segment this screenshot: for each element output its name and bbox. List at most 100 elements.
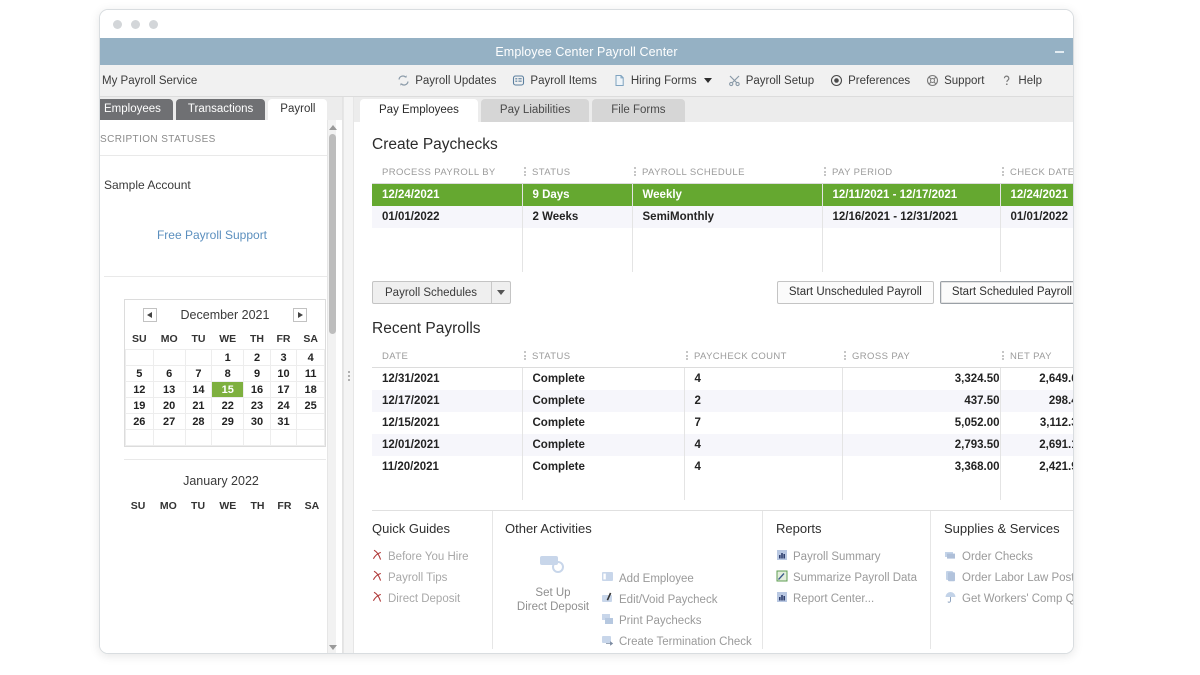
link-add-employee[interactable]: Add Employee	[601, 571, 752, 586]
toolbar-item-payroll-updates[interactable]: Payroll Updates	[397, 74, 496, 87]
scroll-down-icon[interactable]	[328, 642, 337, 652]
calendar-day[interactable]: 1	[211, 349, 245, 366]
link-edit-void-paycheck[interactable]: Edit/Void Paycheck	[601, 592, 752, 607]
table-row[interactable]: 12/17/2021Complete2437.50298.40	[372, 390, 1073, 412]
quick-guide-direct-deposit[interactable]: Direct Deposit	[372, 591, 492, 606]
calendar-day[interactable]: 16	[243, 381, 271, 398]
quick-guide-payroll-tips[interactable]: Payroll Tips	[372, 570, 492, 585]
calendar-day[interactable]: 19	[125, 397, 154, 414]
column-header-date[interactable]: DATE	[372, 347, 522, 368]
calendar-day[interactable]: 25	[296, 397, 325, 414]
link-order-checks[interactable]: Order Checks	[944, 549, 1073, 564]
panel-splitter[interactable]	[343, 97, 354, 653]
calendar-day[interactable]: 9	[243, 365, 271, 382]
payroll-schedules-dropdown[interactable]: Payroll Schedules	[372, 281, 512, 304]
calendar-day[interactable]: 22	[211, 397, 245, 414]
calendar-next-button[interactable]	[293, 308, 308, 322]
calendar-day[interactable]: 12	[125, 381, 154, 398]
calendar-day[interactable]: 26	[125, 413, 154, 430]
column-header-payroll-schedule[interactable]: PAYROLL SCHEDULE	[632, 163, 822, 184]
link-report-center[interactable]: Report Center...	[776, 591, 930, 606]
calendar-day[interactable]: 3	[269, 349, 298, 366]
tab-pay-liabilities[interactable]: Pay Liabilities	[480, 99, 590, 122]
link-summarize-payroll-data[interactable]: Summarize Payroll Data	[776, 570, 930, 585]
calendar-day[interactable]: 28	[184, 413, 213, 430]
link-order-labor-law-posters[interactable]: Order Labor Law Posters	[944, 570, 1073, 585]
toolbar-item-preferences[interactable]: Preferences	[830, 74, 910, 87]
calendar-day[interactable]: 2	[243, 349, 271, 366]
calendar-day[interactable]: 17	[269, 381, 298, 398]
tab-payroll[interactable]: Payroll	[268, 99, 328, 120]
scrollbar-thumb[interactable]	[329, 134, 336, 334]
calendar-day[interactable]: 13	[152, 381, 186, 398]
toolbar-item-support[interactable]: Support	[926, 74, 984, 87]
toolbar-item-my-payroll-service[interactable]: My Payroll Service	[100, 75, 197, 87]
table-row[interactable]: 12/24/2021 9 Days Weekly 12/11/2021 - 12/17…	[372, 183, 1073, 206]
toolbar-item-hiring-forms[interactable]: Hiring Forms	[613, 74, 712, 87]
calendar-day[interactable]: 30	[243, 413, 271, 430]
calendar-day[interactable]: 10	[269, 365, 298, 382]
calendar-prev-button[interactable]	[142, 308, 157, 322]
column-grip-icon[interactable]	[686, 351, 688, 360]
quick-guide-before-you-hire[interactable]: Before You Hire	[372, 549, 492, 564]
column-header-check-date[interactable]: CHECK DATE	[1000, 163, 1073, 184]
calendar-day[interactable]: 11	[296, 365, 325, 382]
column-header-pay-period[interactable]: PAY PERIOD	[822, 163, 1000, 184]
column-grip-icon[interactable]	[844, 351, 846, 360]
table-row[interactable]: 12/15/2021Complete75,052.00 3,112.34	[372, 412, 1073, 434]
calendar-day[interactable]: 20	[152, 397, 186, 414]
link-create-termination-check[interactable]: Create Termination Check	[601, 634, 752, 649]
calendar-day[interactable]: 7	[184, 365, 213, 382]
calendar-day[interactable]: 5	[125, 365, 154, 382]
column-header-process-payroll-by[interactable]: PROCESS PAYROLL BY	[372, 163, 522, 184]
calendar-day[interactable]: 6	[152, 365, 186, 382]
calendar-day[interactable]: 24	[269, 397, 298, 414]
link-print-paychecks[interactable]: Print Paychecks	[601, 613, 752, 628]
column-grip-icon[interactable]	[524, 351, 526, 360]
start-scheduled-payroll-button[interactable]: Start Scheduled Payroll	[939, 281, 1073, 304]
column-grip-icon[interactable]	[1002, 167, 1004, 176]
calendar-day[interactable]: 15	[211, 381, 245, 398]
calendar-day[interactable]: 23	[243, 397, 271, 414]
link-get-workers-comp-quote[interactable]: Get Workers' Comp Quot	[944, 591, 1073, 606]
calendar-day[interactable]: 31	[269, 413, 298, 430]
calendar-day[interactable]: 8	[211, 365, 245, 382]
link-payroll-summary[interactable]: Payroll Summary	[776, 549, 930, 564]
calendar-day[interactable]: 21	[184, 397, 213, 414]
window-minimize-button[interactable]	[131, 19, 140, 29]
table-row[interactable]: 01/01/2022 2 Weeks SemiMonthly 12/16/2021 -…	[372, 206, 1073, 228]
column-grip-icon[interactable]	[1002, 351, 1004, 360]
window-maximize-button[interactable]	[149, 19, 158, 29]
setup-direct-deposit-button[interactable]: Set Up Direct Deposit	[505, 549, 601, 653]
scroll-up-icon[interactable]	[328, 122, 337, 132]
column-header-status[interactable]: STATUS	[522, 163, 632, 184]
table-row[interactable]: 12/31/2021Complete43,324.50 2,649.66	[372, 367, 1073, 390]
column-header-net-pay[interactable]: NET PAY	[1000, 347, 1073, 368]
tab-pay-employees[interactable]: Pay Employees	[360, 99, 478, 122]
column-header-status[interactable]: STATUS	[522, 347, 684, 368]
left-scrollbar[interactable]	[327, 120, 337, 653]
column-header-paycheck-count[interactable]: PAYCHECK COUNT	[684, 347, 842, 368]
start-unscheduled-payroll-button[interactable]: Start Unscheduled Payroll	[776, 281, 934, 304]
free-payroll-support-link[interactable]: Free Payroll Support	[100, 192, 342, 242]
toolbar-item-payroll-setup[interactable]: Payroll Setup	[728, 74, 814, 87]
calendar-day[interactable]: 14	[184, 381, 213, 398]
tab-employees[interactable]: Employees	[100, 99, 173, 120]
calendar-day[interactable]: 29	[211, 413, 245, 430]
app-minimize-icon[interactable]	[1055, 51, 1064, 53]
table-row[interactable]: 12/01/2021Complete42,793.502,691.13	[372, 434, 1073, 456]
column-grip-icon[interactable]	[824, 167, 826, 176]
calendar-day[interactable]: 4	[296, 349, 325, 366]
window-close-button[interactable]	[113, 19, 122, 29]
calendar-day[interactable]: 18	[296, 381, 325, 398]
toolbar-item-payroll-items[interactable]: Payroll Items	[512, 74, 597, 87]
column-header-gross-pay[interactable]: GROSS PAY	[842, 347, 1000, 368]
table-row[interactable]: 11/20/2021Complete43,368.00 2,421.93	[372, 456, 1073, 478]
column-grip-icon[interactable]	[634, 167, 636, 176]
toolbar-item-help[interactable]: Help	[1000, 74, 1042, 87]
tab-transactions[interactable]: Transactions	[175, 99, 266, 120]
calendar-day[interactable]: 27	[152, 413, 186, 430]
tab-file-forms[interactable]: File Forms	[592, 99, 685, 122]
chevron-down-icon[interactable]	[703, 78, 712, 83]
chevron-down-icon[interactable]	[491, 282, 510, 303]
